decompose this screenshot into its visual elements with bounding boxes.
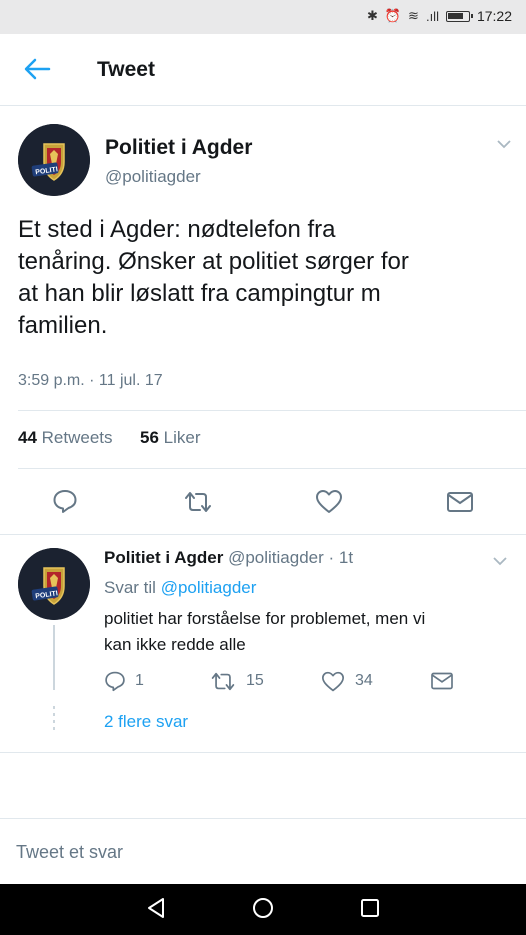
reply-count: 1 (135, 672, 144, 689)
home-circle-icon[interactable] (251, 896, 275, 920)
reply-compose-bar (0, 818, 526, 884)
avatar[interactable]: POLITI (18, 124, 90, 196)
more-replies-link[interactable]: 2 flere svar (104, 712, 188, 732)
reply-author-handle[interactable]: @politiagder (228, 548, 324, 567)
reply-input[interactable] (16, 837, 496, 867)
heart-icon[interactable] (315, 489, 343, 515)
reply-icon[interactable] (104, 670, 126, 692)
reply-to: Svar til @politiagder (104, 578, 256, 598)
reply-to-prefix: Svar til (104, 578, 156, 597)
battery-icon (445, 10, 473, 22)
recent-apps-icon[interactable] (359, 896, 381, 920)
android-nav-bar (0, 884, 526, 935)
thread-line (53, 625, 55, 690)
mail-icon[interactable] (430, 671, 454, 691)
reply-age: · 1t (328, 548, 354, 567)
signal-icon: .ıll (425, 8, 439, 24)
heart-icon[interactable] (321, 671, 345, 693)
chevron-down-icon[interactable] (493, 556, 507, 566)
reply-author-name[interactable]: Politiet i Agder (104, 548, 223, 567)
chevron-down-icon[interactable] (497, 139, 511, 149)
mail-icon[interactable] (446, 490, 474, 514)
author-handle[interactable]: @politiagder (105, 167, 201, 187)
divider (0, 534, 526, 535)
retweet-icon[interactable] (183, 490, 213, 514)
tweet-text-line: tenåring. Ønsker at politiet sørger for (18, 248, 409, 275)
tweet-timestamp[interactable]: 3:59 p.m. · 11 jul. 17 (18, 372, 163, 390)
like-count: 34 (355, 672, 373, 689)
reply-to-handle[interactable]: @politiagder (161, 578, 257, 597)
alarm-icon: ⏰ (384, 8, 402, 23)
reply-text: politiet har forståelse for problemet, m… (104, 606, 504, 658)
status-time: 17:22 (476, 8, 512, 24)
tweet-stats: 44 Retweets 56 Liker (18, 428, 201, 448)
page-title: Tweet (97, 58, 155, 81)
likes-count[interactable]: 56 (140, 428, 159, 447)
police-logo-icon: POLITI (18, 124, 90, 196)
tweet-text: Et sted i Agder: nødtelefon fra tenåring… (18, 214, 488, 342)
reply-text-line: kan ikke redde alle (104, 635, 246, 654)
back-triangle-icon[interactable] (145, 896, 167, 920)
author-name[interactable]: Politiet i Agder (105, 136, 252, 160)
retweets-count[interactable]: 44 (18, 428, 37, 447)
retweets-label[interactable]: Retweets (42, 428, 113, 447)
bluetooth-icon: ✱ (366, 8, 378, 23)
reply-icon[interactable] (52, 488, 78, 514)
divider (0, 752, 526, 753)
divider (18, 468, 526, 469)
reply-avatar[interactable]: POLITI (18, 548, 90, 620)
wifi-icon: ≋ (408, 8, 419, 23)
tweet-text-line: at han blir løslatt fra campingtur m (18, 280, 381, 307)
arrow-left-icon[interactable] (22, 56, 52, 82)
police-logo-icon: POLITI (18, 548, 90, 620)
likes-label[interactable]: Liker (164, 428, 201, 447)
reply-header: Politiet i Agder @politiagder · 1t (104, 548, 353, 568)
status-bar: ✱ ⏰ ≋ .ıll 17:22 (0, 0, 526, 34)
tweet-text-line: familien. (18, 312, 108, 339)
retweet-count: 15 (246, 672, 264, 689)
reply-text-line: politiet har forståelse for problemet, m… (104, 609, 426, 628)
thread-dots (53, 706, 55, 734)
top-header: Tweet (0, 34, 526, 106)
retweet-icon[interactable] (210, 671, 236, 692)
status-icons: ✱ ⏰ ≋ .ıll 17:22 (367, 8, 512, 24)
tweet-text-line: Et sted i Agder: nødtelefon fra (18, 216, 336, 243)
divider (18, 410, 526, 411)
